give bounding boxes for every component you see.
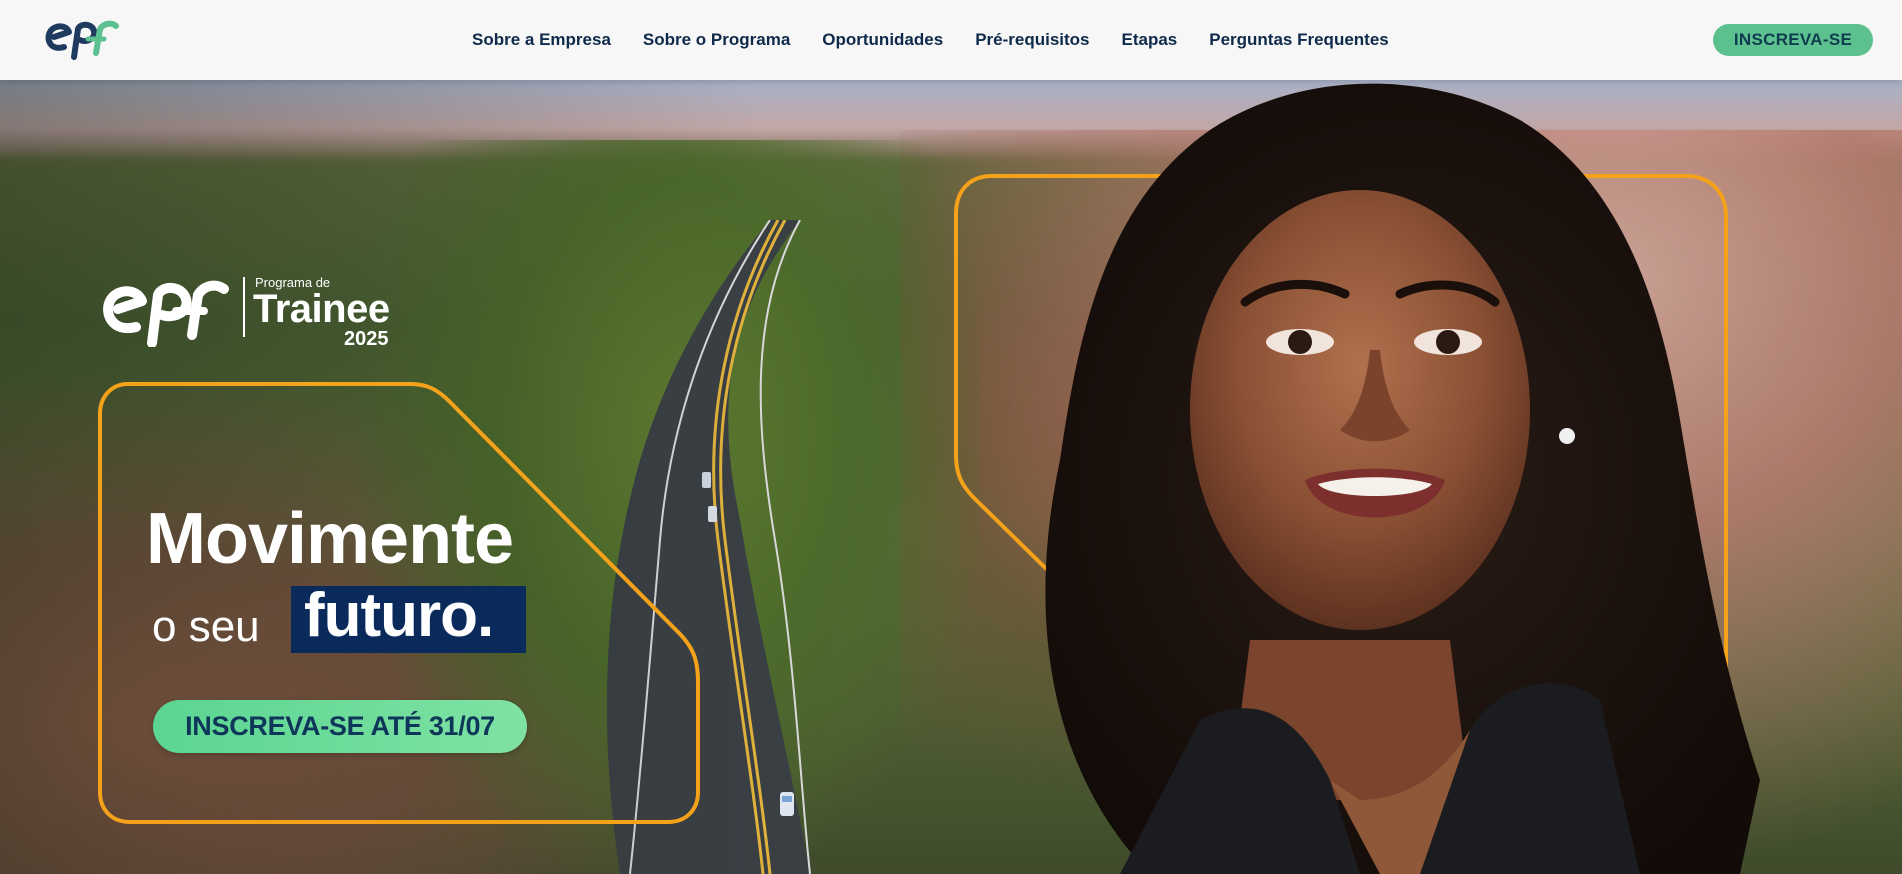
nav-link-sobre-a-empresa[interactable]: Sobre a Empresa [472,30,611,50]
hero-subline-prefix: o seu [152,602,260,651]
trainee-program-logo: Programa de Trainee 2025 [100,275,400,350]
hero-signup-button[interactable]: INSCREVA-SE ATÉ 31/07 [153,700,527,753]
nav-link-etapas[interactable]: Etapas [1122,30,1178,50]
epr-logo-icon[interactable] [44,17,120,61]
hero-banner: Programa de Trainee 2025 Movimente o seu… [0,80,1902,874]
trainee-logo-divider [243,277,245,337]
nav-link-oportunidades[interactable]: Oportunidades [822,30,943,50]
main-menu: Sobre a Empresa Sobre o Programa Oportun… [472,0,1389,80]
nav-link-perguntas-frequentes[interactable]: Perguntas Frequentes [1209,30,1389,50]
woman-portrait-image [1045,83,1760,874]
nav-signup-button[interactable]: INSCREVA-SE [1713,24,1873,56]
trainee-logo-name: Trainee [253,287,390,331]
hero-subline-highlight: futuro. [304,581,494,650]
hero-headline: Movimente [146,499,514,579]
epr-logo-white-icon [103,280,229,347]
nav-link-pre-requisitos[interactable]: Pré-requisitos [975,30,1089,50]
nav-link-sobre-o-programa[interactable]: Sobre o Programa [643,30,790,50]
trainee-logo-year: 2025 [344,328,389,350]
top-navigation: Sobre a Empresa Sobre o Programa Oportun… [0,0,1902,80]
